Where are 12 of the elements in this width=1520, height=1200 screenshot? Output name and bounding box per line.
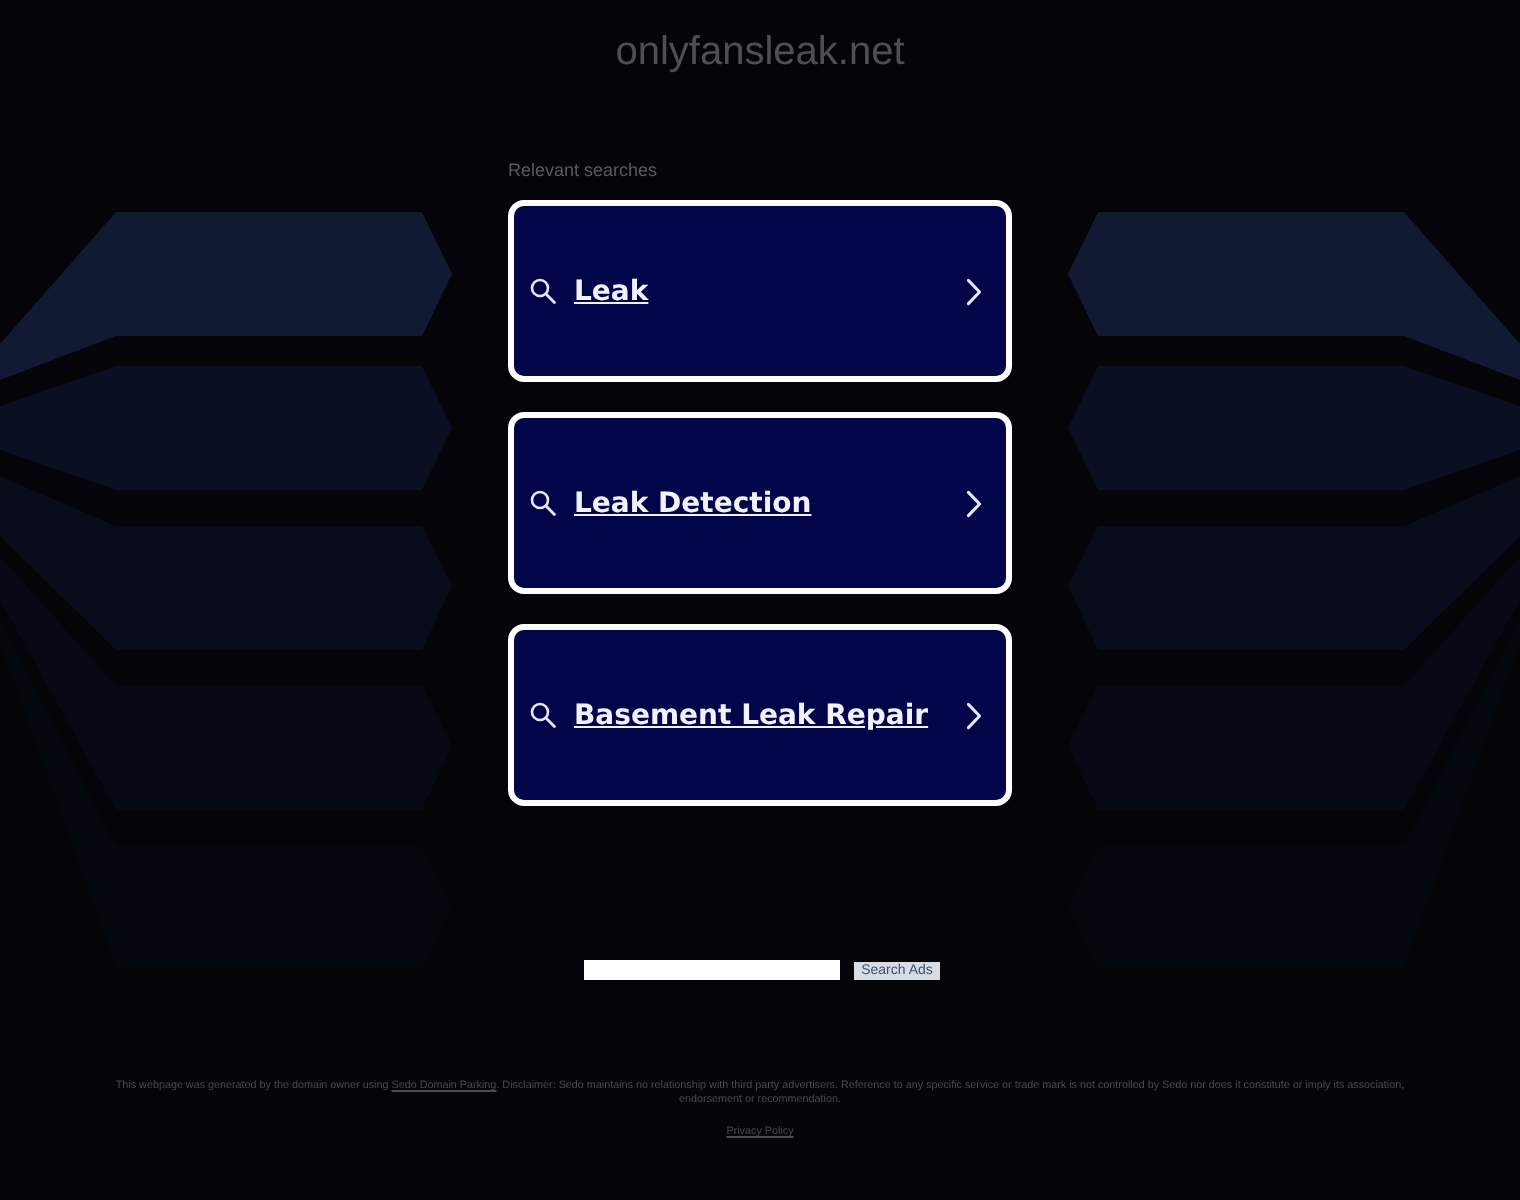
search-icon: [530, 490, 556, 516]
related-search-link[interactable]: Leak: [508, 200, 1012, 382]
related-search-link[interactable]: Basement Leak Repair: [508, 624, 1012, 806]
domain-title: onlyfansleak.net: [615, 28, 905, 76]
search-icon: [530, 702, 556, 728]
search-icon: [530, 278, 556, 304]
section-heading: Relevant searches: [508, 158, 658, 184]
related-search-link[interactable]: Leak Detection: [508, 412, 1012, 594]
chevron-icon: [966, 277, 982, 305]
search-field[interactable]: [584, 960, 840, 980]
chevron-icon: [966, 701, 982, 729]
chevron-icon: [966, 489, 982, 517]
